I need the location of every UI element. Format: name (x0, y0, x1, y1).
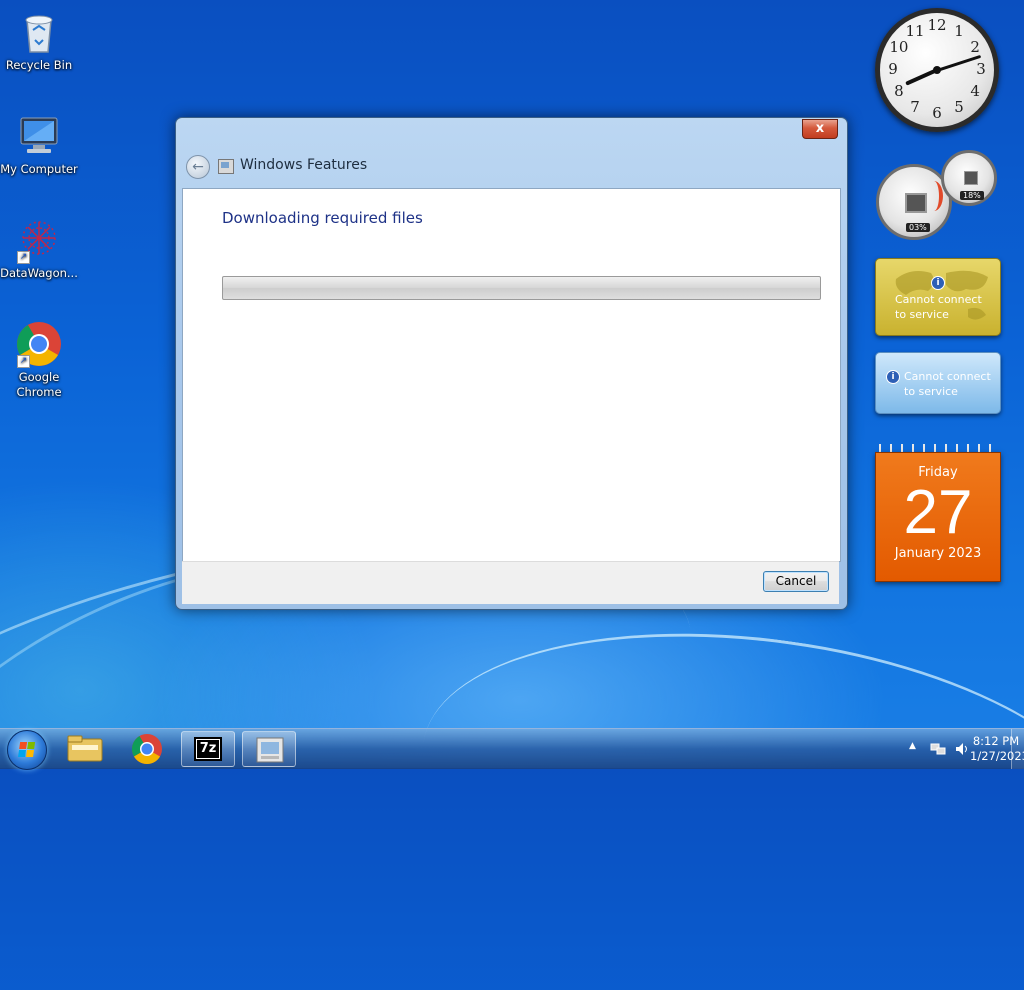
dialog-content: Downloading required files (182, 188, 841, 562)
close-button[interactable]: x (802, 119, 838, 139)
taskbar-explorer-button[interactable] (58, 731, 112, 767)
cpu-redline (925, 181, 943, 211)
calendar-gadget[interactable]: Friday 27 January 2023 (875, 452, 1001, 582)
dialog-titlebar: ← Windows Features (182, 151, 832, 181)
cpu-chip-icon (905, 193, 927, 213)
recycle-bin-icon (15, 8, 63, 56)
cpu-usage-label: 03% (906, 223, 930, 232)
currency-gadget[interactable]: i Cannot connect to service (875, 352, 1001, 414)
info-icon: i (931, 276, 945, 290)
calendar-day: 27 (903, 478, 973, 547)
taskbar-chrome-button[interactable] (120, 731, 174, 767)
status-heading: Downloading required files (222, 209, 423, 227)
desktop-icon-label: My Computer (0, 162, 78, 176)
weather-error-message: Cannot connect to service (895, 293, 982, 321)
windows-logo-icon (18, 742, 36, 758)
clock-numeral: 9 (888, 60, 898, 78)
clock-numeral: 5 (954, 98, 964, 117)
weather-gadget[interactable]: i Cannot connect to service (875, 258, 1001, 336)
desktop-icon-label: Recycle Bin (5, 58, 73, 72)
clock-numeral: 2 (970, 38, 980, 56)
taskbar-windows-features-button[interactable] (242, 731, 296, 767)
taskbar: 7z ▲ 8:12 PM 1/27/2023 (0, 728, 1024, 770)
datawagon-icon: ↗ (15, 216, 63, 264)
shortcut-arrow-icon: ↗ (17, 251, 30, 264)
clock-numeral: 10 (889, 38, 909, 56)
desktop-icon-label: DataWagon... (0, 266, 78, 280)
network-icon[interactable] (930, 741, 946, 757)
shortcut-arrow-icon: ↗ (17, 355, 30, 368)
clock-numeral: 11 (905, 21, 925, 40)
clock-gadget[interactable]: 12 1 2 3 4 5 6 7 8 9 10 11 (875, 8, 999, 132)
show-desktop-button[interactable] (1011, 729, 1024, 769)
back-arrow-icon[interactable]: ← (186, 155, 210, 179)
currency-error-message: Cannot connect to service (904, 370, 991, 398)
dialog-footer: Cancel (182, 561, 839, 604)
taskbar-7zip-button[interactable]: 7z (181, 731, 235, 767)
clock-numeral: 12 (927, 16, 947, 34)
show-hidden-icons-icon[interactable]: ▲ (909, 741, 916, 751)
desktop-icon-my-computer[interactable]: My Computer (0, 112, 79, 177)
volume-icon[interactable] (954, 741, 970, 757)
download-progress-bar (222, 276, 821, 300)
windows-explorer-icon (67, 735, 103, 762)
clock-numeral: 6 (932, 104, 942, 122)
memory-chip-icon (964, 171, 978, 185)
desktop-icon-datawagon[interactable]: ↗ DataWagon... (0, 216, 79, 281)
computer-icon (15, 112, 63, 160)
windows-features-icon (256, 737, 284, 763)
clock-center (933, 66, 941, 74)
desktop-icon-google-chrome[interactable]: ↗ Google Chrome (0, 320, 79, 400)
chrome-icon (131, 734, 162, 765)
chrome-icon: ↗ (15, 320, 63, 368)
windows-features-icon (218, 159, 234, 174)
calendar-month-year: January 2023 (894, 546, 982, 561)
memory-dial: 18% (941, 150, 997, 206)
7zip-icon: 7z (194, 737, 222, 761)
windows-features-dialog: x ← Windows Features Downloading require… (175, 117, 848, 610)
7zip-label: 7z (197, 740, 219, 758)
clock-numeral: 8 (894, 82, 904, 100)
cancel-button[interactable]: Cancel (763, 571, 829, 592)
clock-numeral: 3 (976, 60, 986, 78)
system-tray: ▲ 8:12 PM 1/27/2023 (874, 729, 1024, 769)
desktop-icon-label: Google Chrome (16, 370, 62, 399)
start-button[interactable] (7, 730, 47, 770)
dialog-title: Windows Features (240, 157, 368, 173)
memory-usage-label: 18% (960, 191, 984, 200)
info-icon: i (886, 370, 900, 384)
desktop-icon-recycle-bin[interactable]: Recycle Bin (0, 8, 79, 73)
clock-numeral: 7 (910, 98, 920, 117)
